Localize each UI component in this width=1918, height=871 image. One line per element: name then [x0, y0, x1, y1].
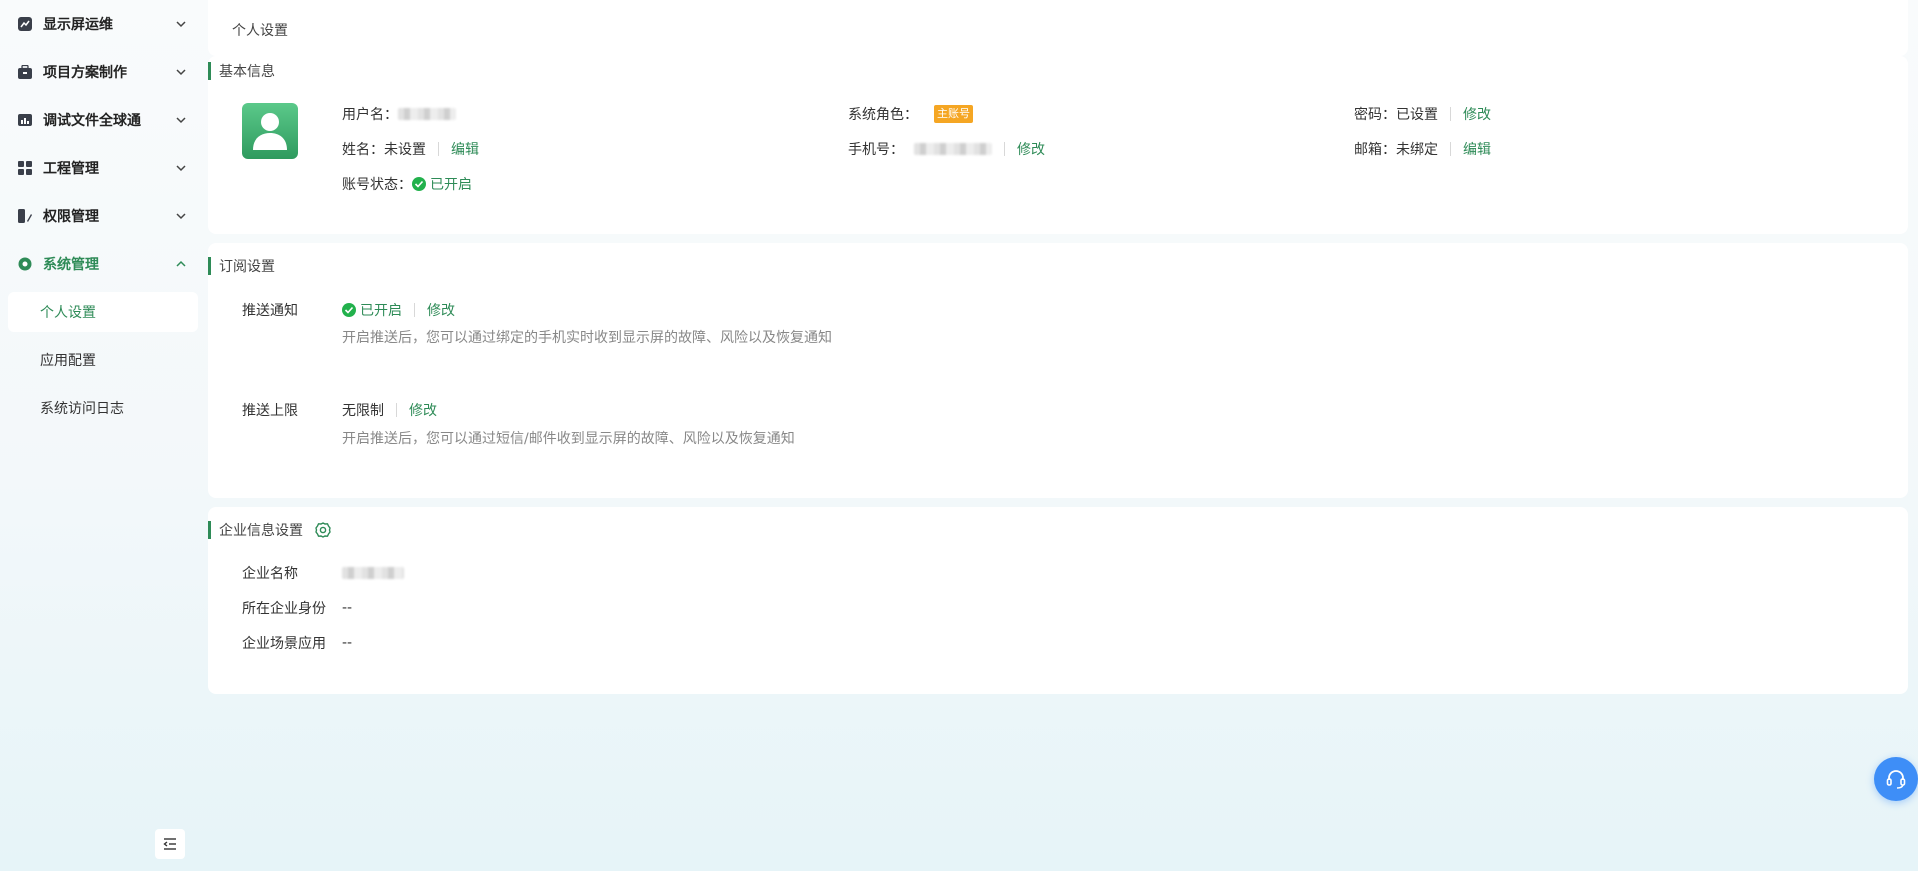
limit-label: 推送上限 [242, 403, 298, 419]
enterprise-name-label: 企业名称 [242, 566, 298, 582]
enterprise-identity-row: 所在企业身份 -- [242, 598, 352, 618]
enterprise-scene-value: -- [342, 635, 353, 651]
submenu-access-log[interactable]: 系统访问日志 [8, 388, 198, 428]
divider [414, 303, 415, 317]
submenu-personal-settings[interactable]: 个人设置 [8, 292, 198, 332]
name-label: 姓名： [342, 142, 384, 158]
chevron-down-icon [176, 69, 186, 76]
enterprise-name-redacted [342, 567, 404, 579]
permission-icon [17, 208, 33, 224]
status-value: 已开启 [412, 174, 472, 194]
avatar [242, 103, 298, 159]
status-row: 账号状态： 已开启 [342, 174, 472, 194]
chevron-down-icon [176, 165, 186, 172]
section-title-text: 企业信息设置 [219, 523, 303, 539]
section-title-subscription: 订阅设置 [208, 257, 275, 275]
divider [1450, 142, 1451, 156]
enterprise-card: 企业信息设置 [208, 507, 1908, 694]
menu-item-system[interactable]: 系统管理 [8, 244, 198, 284]
headset-icon [1886, 770, 1906, 789]
collapse-sidebar-button[interactable] [155, 829, 185, 859]
user-silhouette-icon [253, 113, 287, 150]
divider [438, 142, 439, 156]
phone-label: 手机号： [848, 142, 904, 158]
enterprise-name-row: 企业名称 [242, 563, 404, 583]
menu-item-label: 权限管理 [43, 209, 99, 225]
status-label: 账号状态： [342, 177, 412, 193]
push-label: 推送通知 [242, 303, 298, 319]
email-row: 邮箱： 未绑定 编辑 [1354, 139, 1491, 159]
username-value-redacted [398, 108, 456, 120]
section-title-basic: 基本信息 [208, 62, 275, 80]
enterprise-identity-label: 所在企业身份 [242, 601, 326, 617]
push-description: 开启推送后，您可以通过绑定的手机实时收到显示屏的故障、风险以及恢复通知 [342, 330, 832, 346]
name-edit-link[interactable]: 编辑 [451, 139, 479, 159]
menu-item-label: 系统管理 [43, 257, 99, 273]
enterprise-scene-row: 企业场景应用 -- [242, 633, 352, 653]
subscription-card: 订阅设置 [208, 243, 1908, 498]
section-title-enterprise: 企业信息设置 [208, 521, 331, 539]
sidebar: 显示屏运维 项目方案制作 调试文件全球通 工程管理 权限管理 系统管理 个人设置… [0, 0, 206, 871]
username-row: 用户名： [342, 104, 456, 124]
push-modify-link[interactable]: 修改 [427, 300, 455, 320]
phone-modify-link[interactable]: 修改 [1017, 139, 1045, 159]
menu-item-label: 项目方案制作 [43, 65, 127, 81]
limit-modify-link[interactable]: 修改 [409, 400, 437, 420]
email-edit-link[interactable]: 编辑 [1463, 139, 1491, 159]
collapse-icon [163, 838, 176, 850]
menu-item-label: 工程管理 [43, 161, 99, 177]
password-value: 已设置 [1396, 107, 1438, 123]
customer-service-button[interactable] [1874, 757, 1918, 801]
menu-item-debug-files[interactable]: 调试文件全球通 [8, 100, 198, 140]
page-title: 个人设置 [232, 23, 288, 39]
push-status-text: 已开启 [360, 303, 402, 319]
password-row: 密码： 已设置 修改 [1354, 104, 1491, 124]
system-dot-icon [17, 256, 33, 272]
role-label: 系统角色： [848, 107, 918, 123]
settings-gear-icon[interactable] [315, 522, 331, 538]
menu-item-engineering[interactable]: 工程管理 [8, 148, 198, 188]
push-status: 已开启 [342, 300, 402, 320]
chevron-up-icon [176, 260, 186, 267]
menu-item-project-plan[interactable]: 项目方案制作 [8, 52, 198, 92]
username-label: 用户名： [342, 107, 398, 123]
chevron-down-icon [176, 21, 186, 28]
check-circle-icon [342, 303, 356, 317]
chevron-down-icon [176, 213, 186, 220]
divider [1004, 142, 1005, 156]
password-modify-link[interactable]: 修改 [1463, 104, 1491, 124]
divider [396, 403, 397, 417]
role-badge: 主账号 [934, 105, 973, 123]
menu-item-permissions[interactable]: 权限管理 [8, 196, 198, 236]
bar-chart-icon [17, 112, 33, 128]
phone-value-redacted [914, 143, 992, 155]
menu-item-display-ops[interactable]: 显示屏运维 [8, 4, 198, 44]
email-label: 邮箱： [1354, 142, 1396, 158]
email-value: 未绑定 [1396, 142, 1438, 158]
name-value: 未设置 [384, 142, 426, 158]
menu-item-label: 调试文件全球通 [43, 113, 141, 129]
phone-row: 手机号： 修改 [848, 139, 1045, 159]
trend-chart-icon [17, 16, 33, 32]
menu-item-label: 显示屏运维 [43, 17, 113, 33]
push-row: 推送通知 已开启 修改 [242, 300, 455, 320]
enterprise-scene-label: 企业场景应用 [242, 636, 326, 652]
password-label: 密码： [1354, 107, 1396, 123]
page-header: 个人设置 [208, 0, 1908, 56]
limit-row: 推送上限 无限制 修改 [242, 400, 437, 420]
submenu-app-config[interactable]: 应用配置 [8, 340, 198, 380]
briefcase-icon [17, 64, 33, 80]
role-row: 系统角色： 主账号 [848, 104, 973, 124]
grid-icon [17, 160, 33, 176]
enterprise-identity-value: -- [342, 600, 353, 616]
chevron-down-icon [176, 117, 186, 124]
check-circle-icon [412, 177, 426, 191]
name-row: 姓名： 未设置 编辑 [342, 139, 479, 159]
status-text: 已开启 [430, 177, 472, 193]
limit-description: 开启推送后，您可以通过短信/邮件收到显示屏的故障、风险以及恢复通知 [342, 431, 795, 447]
limit-value: 无限制 [342, 403, 384, 419]
divider [1450, 107, 1451, 121]
